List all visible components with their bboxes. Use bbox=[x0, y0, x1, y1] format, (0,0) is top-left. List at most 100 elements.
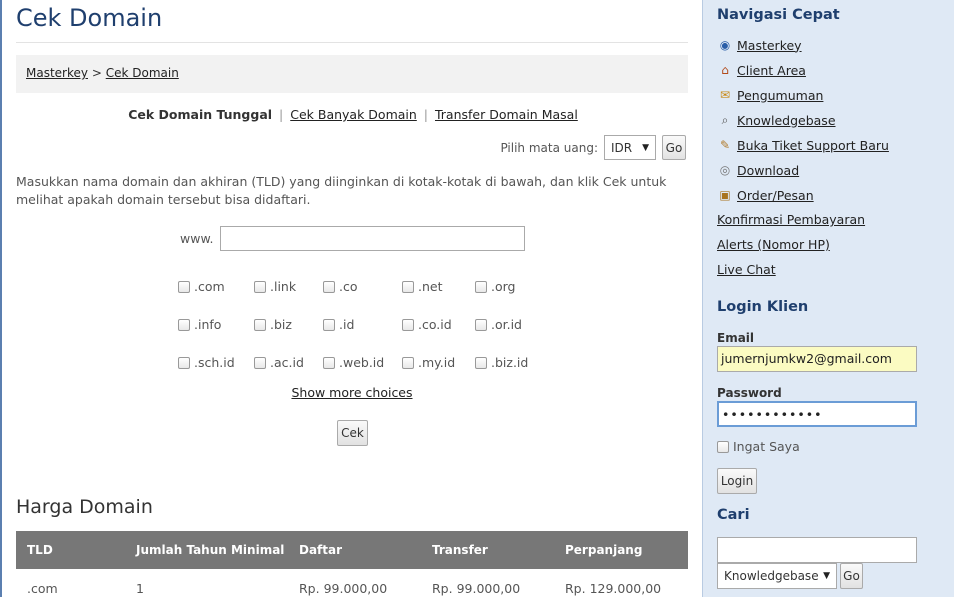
tld-checkbox[interactable] bbox=[178, 356, 190, 369]
search-go-button[interactable]: Go bbox=[840, 563, 863, 589]
www-label: www. bbox=[180, 231, 214, 246]
email-label: Email bbox=[717, 331, 755, 345]
pricing-title: Harga Domain bbox=[16, 496, 153, 518]
tld-checkbox[interactable] bbox=[402, 318, 414, 331]
tld-checkbox[interactable] bbox=[475, 356, 487, 369]
quick-nav-item: ⌂ Client Area bbox=[717, 62, 806, 78]
tld-option: .link bbox=[254, 279, 296, 294]
quick-nav-link[interactable]: Client Area bbox=[737, 63, 806, 78]
tld-label: .co bbox=[339, 279, 358, 294]
tld-checkbox[interactable] bbox=[178, 280, 190, 293]
tld-label: .org bbox=[491, 279, 516, 294]
chevron-down-icon: ▼ bbox=[823, 571, 830, 581]
pricing-table-header: TLD Jumlah Tahun Minimal Daftar Transfer… bbox=[16, 531, 688, 569]
header-min-years: Jumlah Tahun Minimal bbox=[136, 543, 285, 557]
tld-checkbox[interactable] bbox=[475, 280, 487, 293]
tld-checkbox[interactable] bbox=[254, 280, 266, 293]
quick-nav-link[interactable]: Alerts (Nomor HP) bbox=[717, 237, 830, 252]
tld-checkbox[interactable] bbox=[323, 280, 335, 293]
mode-bulk-domain-link[interactable]: Cek Banyak Domain bbox=[290, 107, 417, 122]
currency-label: Pilih mata uang: bbox=[500, 140, 598, 155]
tld-checkbox[interactable] bbox=[323, 356, 335, 369]
tld-label: .ac.id bbox=[270, 355, 304, 370]
tld-label: .my.id bbox=[418, 355, 456, 370]
quick-nav-item: ✉ Pengumuman bbox=[717, 87, 823, 103]
tld-option: .co bbox=[323, 279, 358, 294]
email-field[interactable]: jumernjumkw2@gmail.com bbox=[717, 346, 917, 372]
tld-option: .my.id bbox=[402, 355, 455, 370]
tld-option: .id bbox=[323, 317, 354, 332]
login-button[interactable]: Login bbox=[717, 468, 757, 494]
tld-option: .org bbox=[475, 279, 515, 294]
sidebar: Navigasi Cepat ◉ Masterkey ⌂ Client Area ✉ Pe… bbox=[702, 0, 954, 597]
quick-nav-link[interactable]: Masterkey bbox=[737, 38, 802, 53]
quick-nav-item: Konfirmasi Pembayaran bbox=[717, 212, 865, 227]
tld-option: .biz bbox=[254, 317, 292, 332]
quick-nav-link[interactable]: Download bbox=[737, 163, 799, 178]
breadcrumb-current-link[interactable]: Cek Domain bbox=[106, 66, 179, 80]
tld-option: .net bbox=[402, 279, 443, 294]
mode-separator: | bbox=[279, 107, 284, 122]
announcement-icon: ✉ bbox=[719, 88, 731, 102]
tld-label: .net bbox=[418, 279, 443, 294]
quick-nav-link[interactable]: Buka Tiket Support Baru bbox=[737, 138, 889, 153]
domain-name-input[interactable] bbox=[219, 226, 525, 251]
tld-checkbox[interactable] bbox=[402, 356, 414, 369]
tld-label: .sch.id bbox=[194, 355, 235, 370]
ticket-icon: ✎ bbox=[719, 138, 731, 152]
show-more-choices-link[interactable]: Show more choices bbox=[291, 385, 412, 400]
tld-checkbox[interactable] bbox=[254, 318, 266, 331]
cell-min-years: 1 bbox=[136, 581, 144, 596]
quick-nav-item: ◎ Download bbox=[717, 162, 799, 178]
remember-me-checkbox[interactable] bbox=[717, 440, 729, 453]
cek-button[interactable]: Cek bbox=[337, 420, 368, 446]
page-title: Cek Domain bbox=[16, 4, 163, 32]
cell-renew-price: Rp. 129.000,00 bbox=[565, 581, 662, 596]
quick-nav-link[interactable]: Pengumuman bbox=[737, 88, 823, 103]
header-register: Daftar bbox=[299, 543, 343, 557]
breadcrumb-home-link[interactable]: Masterkey bbox=[26, 66, 88, 80]
quick-nav-link[interactable]: Live Chat bbox=[717, 262, 776, 277]
disc-icon: ◎ bbox=[719, 163, 731, 177]
cell-register-price: Rp. 99.000,00 bbox=[299, 581, 388, 596]
password-field[interactable]: •••••••••••• bbox=[717, 401, 917, 427]
tld-label: .info bbox=[194, 317, 222, 332]
tld-option: .or.id bbox=[475, 317, 522, 332]
quick-nav-item: ▣ Order/Pesan bbox=[717, 187, 814, 203]
mode-bulk-transfer-link[interactable]: Transfer Domain Masal bbox=[435, 107, 578, 122]
login-title: Login Klien bbox=[717, 299, 809, 315]
tld-checkbox[interactable] bbox=[323, 318, 335, 331]
quick-nav-item: ⌕ Knowledgebase bbox=[717, 112, 836, 128]
currency-selector: Pilih mata uang: IDR ▼ Go bbox=[500, 135, 686, 160]
header-transfer: Transfer bbox=[432, 543, 488, 557]
currency-value: IDR bbox=[611, 140, 633, 155]
search-input[interactable] bbox=[717, 537, 917, 563]
tld-label: .biz bbox=[270, 317, 292, 332]
box-icon: ▣ bbox=[719, 188, 731, 202]
tld-checkbox[interactable] bbox=[402, 280, 414, 293]
search-title: Cari bbox=[717, 507, 750, 523]
tld-label: .biz.id bbox=[491, 355, 529, 370]
tld-checkbox[interactable] bbox=[178, 318, 190, 331]
quick-nav-item: Live Chat bbox=[717, 262, 776, 277]
tld-option: .info bbox=[178, 317, 221, 332]
chevron-down-icon: ▼ bbox=[642, 142, 650, 153]
globe-icon: ◉ bbox=[719, 38, 731, 52]
quick-nav-link[interactable]: Konfirmasi Pembayaran bbox=[717, 212, 865, 227]
password-label: Password bbox=[717, 386, 782, 400]
header-tld: TLD bbox=[27, 543, 53, 557]
currency-select[interactable]: IDR ▼ bbox=[604, 135, 656, 160]
intro-text: Masukkan nama domain dan akhiran (TLD) y… bbox=[16, 174, 667, 207]
search-type-select[interactable]: Knowledgebase ▼ bbox=[717, 563, 837, 589]
cell-transfer-price: Rp. 99.000,00 bbox=[432, 581, 521, 596]
tld-checkbox[interactable] bbox=[475, 318, 487, 331]
currency-go-button[interactable]: Go bbox=[662, 135, 686, 160]
tld-checkbox[interactable] bbox=[254, 356, 266, 369]
quick-nav-item: Alerts (Nomor HP) bbox=[717, 237, 830, 252]
cell-tld: .com bbox=[27, 581, 58, 596]
tld-label: .link bbox=[270, 279, 297, 294]
search-type-value: Knowledgebase bbox=[724, 569, 819, 583]
quick-nav-link[interactable]: Order/Pesan bbox=[737, 188, 814, 203]
breadcrumb: Masterkey > Cek Domain bbox=[16, 55, 688, 93]
quick-nav-link[interactable]: Knowledgebase bbox=[737, 113, 836, 128]
